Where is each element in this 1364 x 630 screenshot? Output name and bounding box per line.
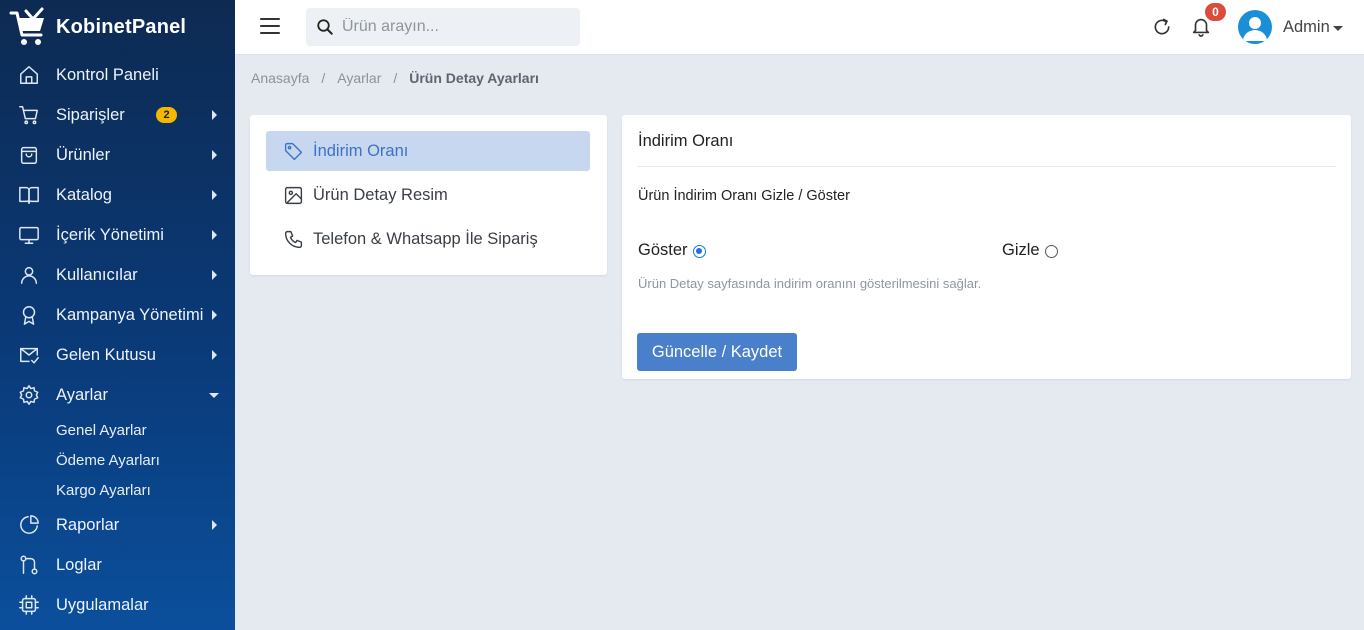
git-icon [18, 554, 40, 576]
save-button[interactable]: Güncelle / Kaydet [637, 333, 797, 371]
sidebar-item-label: Gelen Kutusu [56, 345, 156, 364]
sidebar-item-settings[interactable]: Ayarlar [0, 375, 235, 415]
chevron-down-icon [209, 393, 219, 398]
breadcrumb-home[interactable]: Anasayfa [251, 70, 309, 86]
sidebar-item-reports[interactable]: Raporlar [0, 505, 235, 545]
avatar[interactable] [1238, 10, 1272, 44]
sidebar-item-label: Ürünler [56, 145, 111, 164]
refresh-icon[interactable] [1152, 17, 1172, 37]
notification-count-badge: 0 [1205, 3, 1226, 21]
sidebar-item-label: Siparişler [56, 105, 125, 124]
cart-icon [18, 104, 40, 126]
user-menu[interactable]: Admin [1283, 18, 1330, 37]
settings-tabs-panel: İndirim Oranı Ürün Detay Resim Telefon &… [250, 115, 607, 275]
breadcrumb-separator: / [393, 70, 398, 86]
book-icon [18, 184, 40, 206]
sidebar-item-label: Katalog [56, 185, 112, 204]
brand[interactable]: KobinetPanel [0, 0, 235, 55]
breadcrumb-separator: / [321, 70, 326, 86]
tab-phone-whatsapp-order[interactable]: Telefon & Whatsapp İle Sipariş [266, 219, 590, 259]
chevron-right-icon [212, 350, 217, 360]
sidebar: KobinetPanel Kontrol Paneli Siparişler 2… [0, 0, 235, 630]
sidebar-item-label: Kullanıcılar [56, 265, 138, 284]
sidebar-item-label: Ayarlar [56, 385, 108, 404]
radio-hide-label: Gizle [1002, 241, 1040, 259]
search-input[interactable] [342, 8, 572, 46]
phone-icon [284, 230, 303, 248]
chevron-right-icon [212, 230, 217, 240]
sidebar-subitem-payment-settings[interactable]: Ödeme Ayarları [0, 445, 235, 475]
bag-icon [18, 144, 40, 166]
chevron-right-icon [212, 190, 217, 200]
breadcrumb: Anasayfa / Ayarlar / Ürün Detay Ayarları [251, 70, 539, 86]
tab-discount-rate[interactable]: İndirim Oranı [266, 131, 590, 171]
chevron-right-icon [212, 150, 217, 160]
chevron-right-icon [212, 310, 217, 320]
radio-hide-input[interactable] [1044, 244, 1058, 258]
image-icon [284, 186, 303, 204]
discount-rate-panel: İndirim Oranı Ürün İndirim Oranı Gizle /… [622, 115, 1351, 379]
mail-check-icon [18, 344, 40, 366]
chevron-right-icon [212, 110, 217, 120]
chevron-right-icon [212, 520, 217, 530]
pie-chart-icon [18, 514, 40, 536]
chevron-down-icon[interactable] [1333, 26, 1343, 31]
tag-icon [284, 142, 303, 160]
tab-label: Telefon & Whatsapp İle Sipariş [313, 229, 538, 248]
tab-label: Ürün Detay Resim [313, 185, 448, 204]
user-avatar-icon [1243, 17, 1267, 41]
user-icon [18, 264, 40, 286]
breadcrumb-current: Ürün Detay Ayarları [409, 70, 539, 86]
sidebar-subitem-general-settings[interactable]: Genel Ayarlar [0, 415, 235, 445]
radio-hide[interactable]: Gizle [1002, 241, 1058, 260]
sidebar-menu: Kontrol Paneli Siparişler 2 Ürünler Kata… [0, 55, 235, 625]
chevron-right-icon [212, 270, 217, 280]
search-icon [317, 19, 333, 35]
sidebar-item-label: İçerik Yönetimi [56, 225, 164, 244]
sidebar-item-content[interactable]: İçerik Yönetimi [0, 215, 235, 255]
radio-show[interactable]: Göster [638, 241, 706, 260]
sidebar-item-products[interactable]: Ürünler [0, 135, 235, 175]
divider [638, 166, 1335, 167]
topbar: 0 Admin [235, 0, 1364, 55]
sidebar-item-dashboard[interactable]: Kontrol Paneli [0, 55, 235, 95]
sidebar-item-label: Loglar [56, 555, 102, 574]
tab-product-detail-image[interactable]: Ürün Detay Resim [266, 175, 590, 215]
setting-label: Ürün İndirim Oranı Gizle / Göster [638, 188, 850, 204]
search-box [306, 8, 580, 46]
menu-toggle-icon[interactable] [260, 18, 280, 36]
panel-title: İndirim Oranı [638, 132, 734, 150]
monitor-icon [18, 224, 40, 246]
sidebar-item-logs[interactable]: Loglar [0, 545, 235, 585]
sidebar-item-label: Raporlar [56, 515, 120, 534]
brand-name: KobinetPanel [56, 16, 187, 38]
chip-icon [18, 594, 40, 616]
radio-show-input[interactable] [692, 244, 706, 258]
sidebar-item-label: Kontrol Paneli [56, 65, 159, 84]
sidebar-item-campaigns[interactable]: Kampanya Yönetimi [0, 295, 235, 335]
sidebar-item-label: Kampanya Yönetimi [56, 305, 204, 324]
sidebar-item-apps[interactable]: Uygulamalar [0, 585, 235, 625]
sidebar-item-catalog[interactable]: Katalog [0, 175, 235, 215]
radio-show-label: Göster [638, 241, 688, 259]
sidebar-item-users[interactable]: Kullanıcılar [0, 255, 235, 295]
sidebar-subitem-shipping-settings[interactable]: Kargo Ayarları [0, 475, 235, 505]
sidebar-item-label: Uygulamalar [56, 595, 149, 614]
help-text: Ürün Detay sayfasında indirim oranını gö… [638, 276, 982, 291]
sidebar-item-orders[interactable]: Siparişler 2 [0, 95, 235, 135]
award-icon [18, 304, 40, 326]
home-icon [18, 64, 40, 86]
breadcrumb-parent[interactable]: Ayarlar [337, 70, 381, 86]
gear-icon [18, 384, 40, 406]
tab-label: İndirim Oranı [313, 141, 409, 160]
orders-count-badge: 2 [156, 107, 177, 123]
cart-logo-icon [9, 7, 44, 45]
sidebar-item-inbox[interactable]: Gelen Kutusu [0, 335, 235, 375]
